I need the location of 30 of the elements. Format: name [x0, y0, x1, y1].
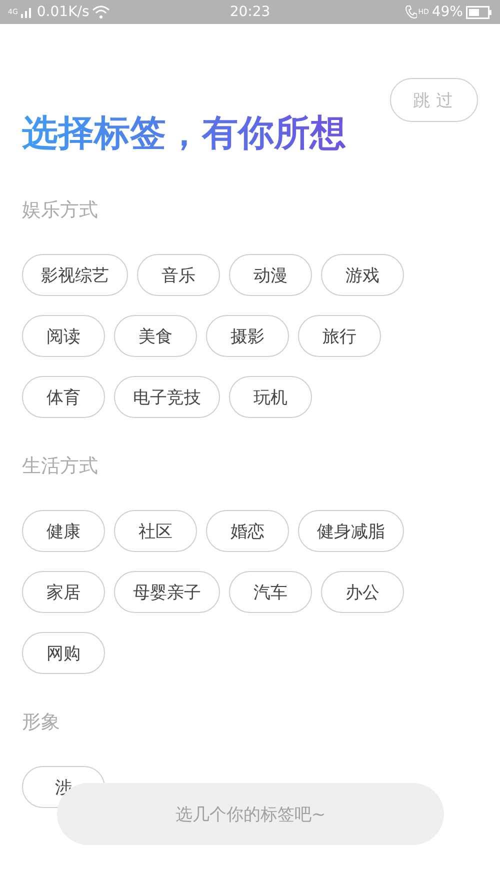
phone-icon: [405, 5, 418, 19]
tag-chip[interactable]: 玩机: [229, 376, 312, 418]
network-speed: 0.01K/s: [36, 4, 90, 20]
tag-chip[interactable]: 汽车: [229, 571, 312, 613]
tag-chip[interactable]: 影视综艺: [22, 254, 128, 296]
tag-chip[interactable]: 婚恋: [206, 510, 289, 552]
section-heading: 生活方式: [22, 454, 99, 479]
tag-chip[interactable]: 摄影: [206, 315, 289, 357]
tag-chip[interactable]: 电子竞技: [114, 376, 220, 418]
clock: 20:23: [230, 4, 270, 20]
wifi-icon: [92, 5, 110, 19]
tag-chip[interactable]: 网购: [22, 632, 105, 674]
signal-icon: [20, 6, 34, 18]
tag-chip[interactable]: 健康: [22, 510, 105, 552]
battery-icon: [466, 6, 492, 18]
section-heading: 形象: [22, 710, 61, 735]
tag-chip[interactable]: 旅行: [298, 315, 381, 357]
tag-chip[interactable]: 办公: [321, 571, 404, 613]
tag-chip[interactable]: 美食: [114, 315, 197, 357]
section-heading: 娱乐方式: [22, 198, 99, 223]
tag-chip[interactable]: 健身减脂: [298, 510, 404, 552]
tag-chip[interactable]: 母婴亲子: [114, 571, 220, 613]
tag-chip[interactable]: 音乐: [137, 254, 220, 296]
tag-chip[interactable]: 游戏: [321, 254, 404, 296]
tag-chip[interactable]: 动漫: [229, 254, 312, 296]
tag-chip[interactable]: 体育: [22, 376, 105, 418]
tag-chip[interactable]: 家居: [22, 571, 105, 613]
battery-percent: 49%: [432, 4, 463, 20]
tag-chip[interactable]: 阅读: [22, 315, 105, 357]
tag-chip[interactable]: 社区: [114, 510, 197, 552]
